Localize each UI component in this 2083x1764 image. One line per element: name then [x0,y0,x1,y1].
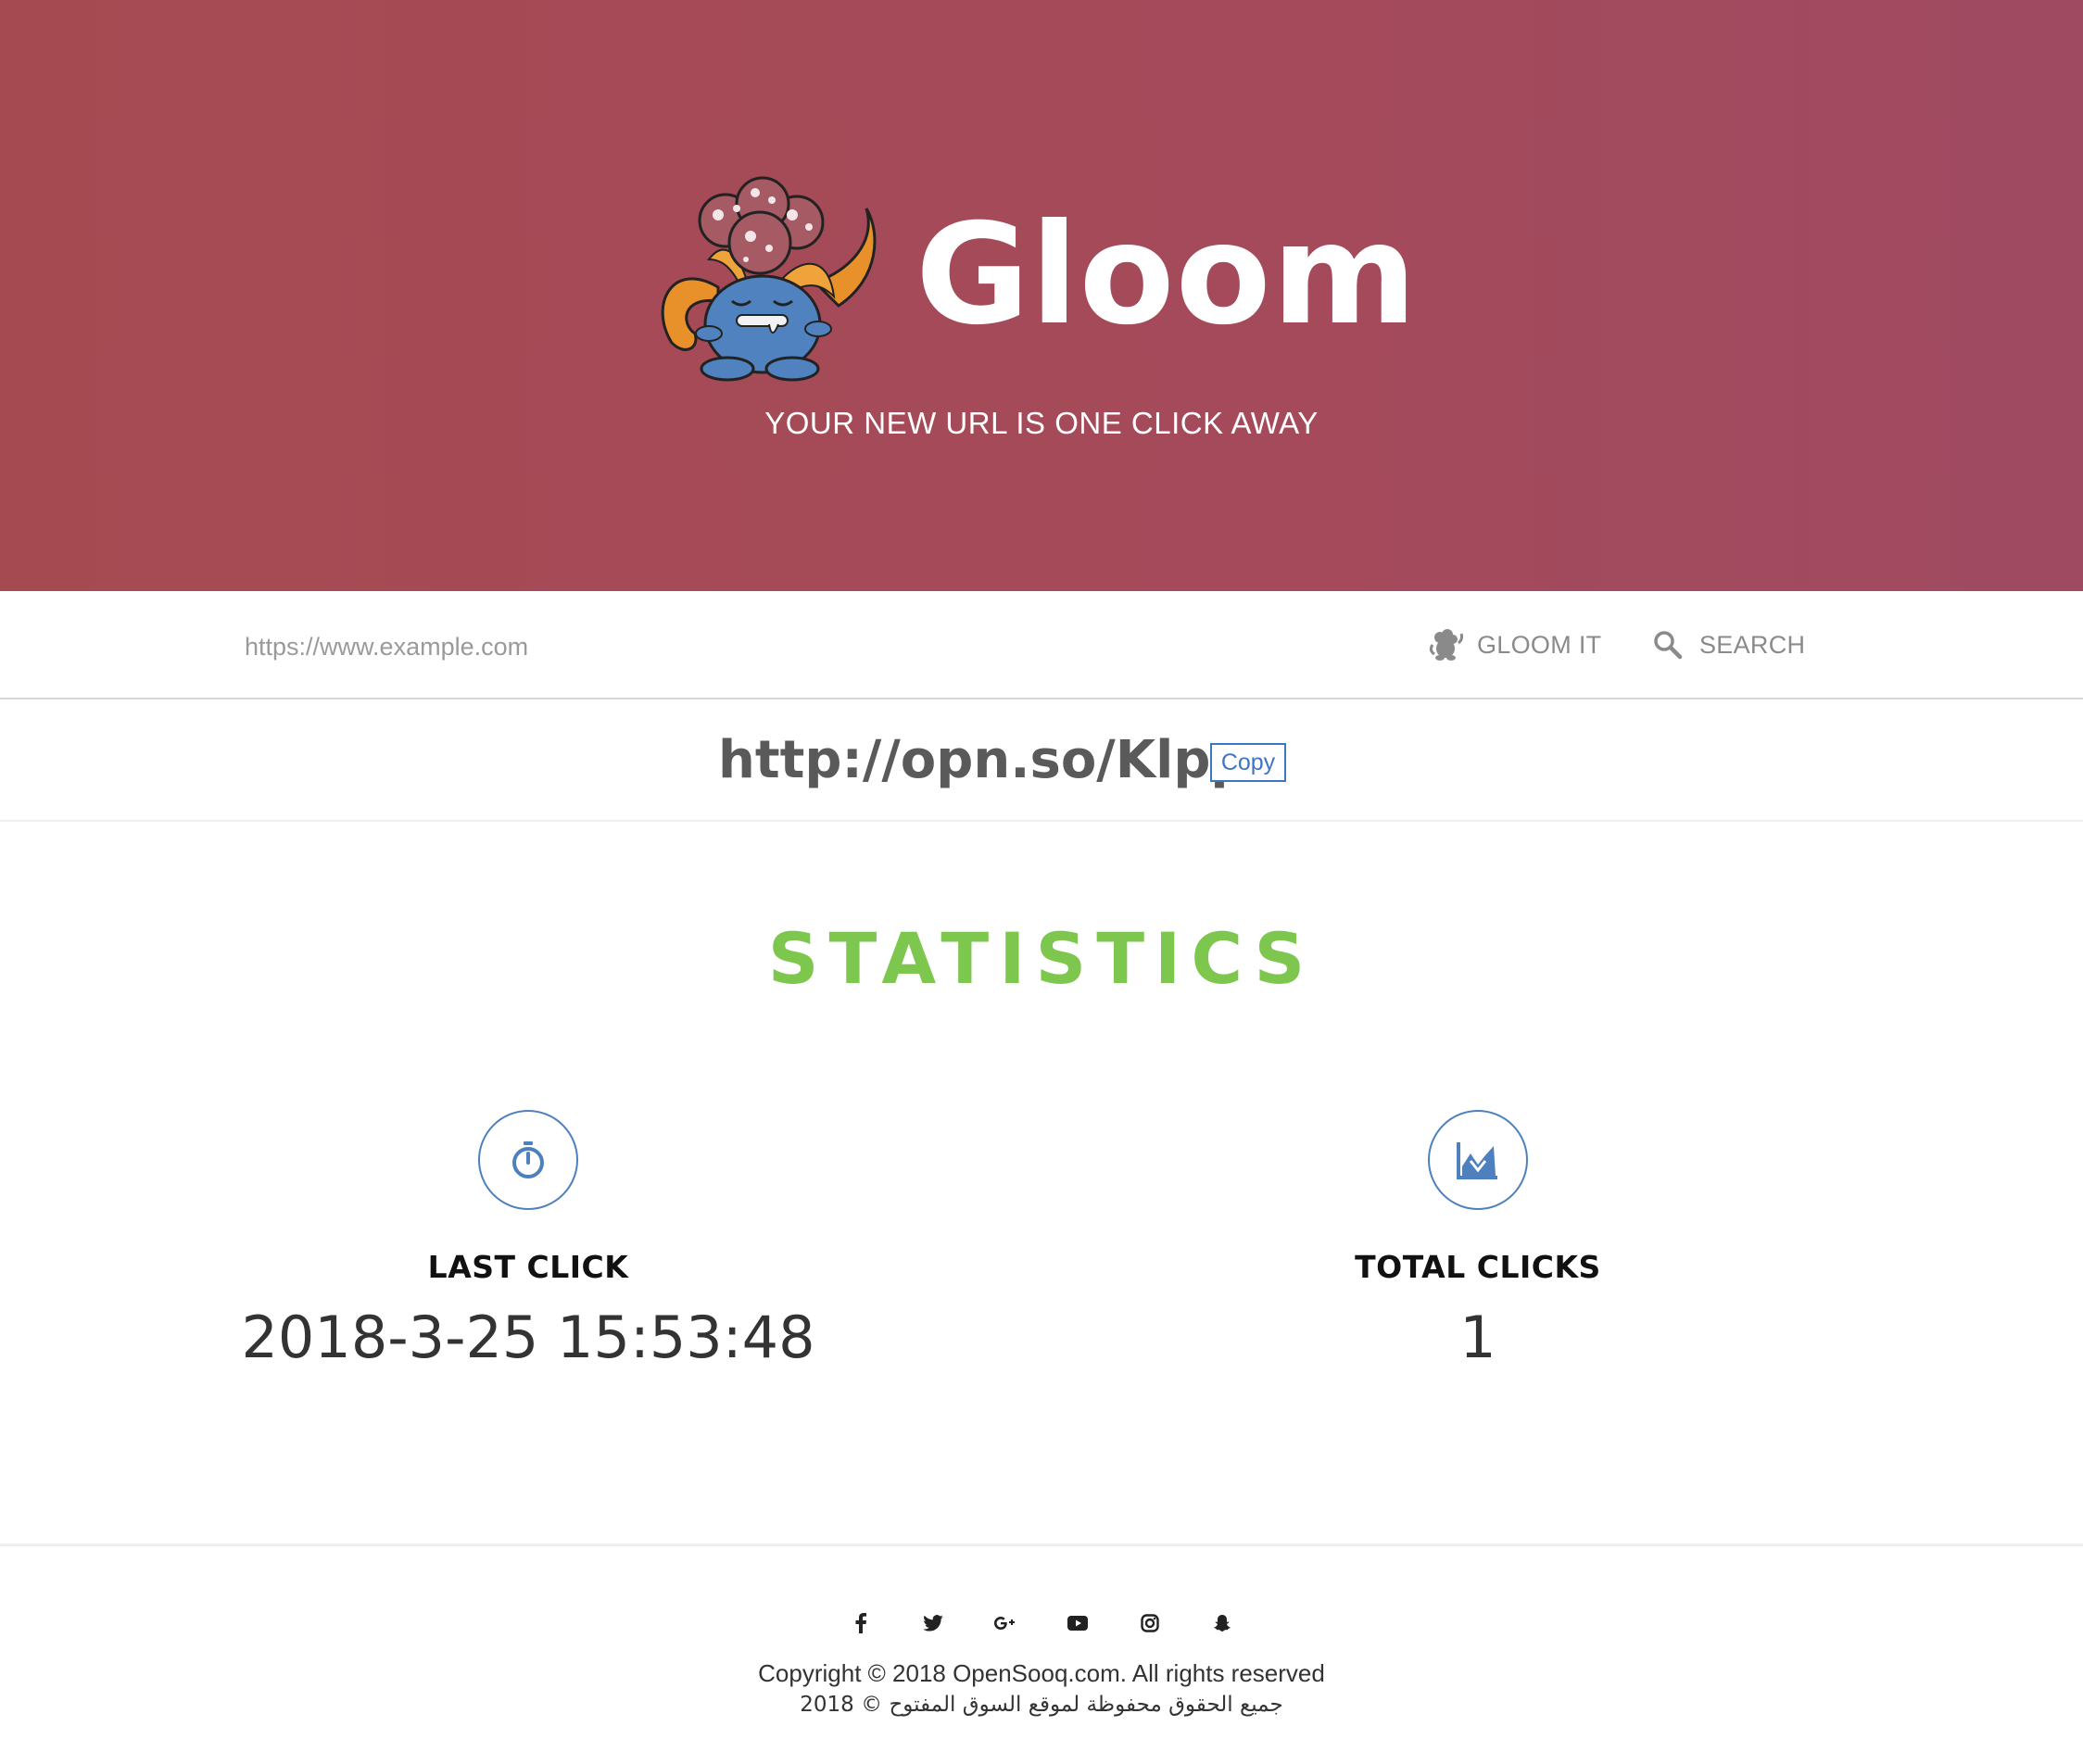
youtube-icon[interactable] [1066,1611,1090,1635]
gloom-mascot-icon [1429,629,1464,661]
copyright-text: Copyright © 2018 OpenSooq.com. All right… [758,1659,1325,1687]
search-label: SEARCH [1699,630,1806,659]
last-click-stat: LAST CLICK 2018-3-25 15:53:48 [204,1110,852,1371]
last-click-value: 2018-3-25 15:53:48 [241,1304,815,1371]
stopwatch-icon [478,1110,578,1210]
url-input[interactable] [232,624,1344,669]
search-icon [1654,631,1683,660]
short-url-result: http://opn.so/Klpp Copy [0,701,2083,822]
total-clicks-value: 1 [1459,1304,1496,1371]
search-button[interactable]: SEARCH [1649,621,1805,669]
instagram-icon[interactable] [1138,1611,1162,1635]
last-click-label: LAST CLICK [427,1249,629,1285]
twitter-icon[interactable] [921,1611,945,1635]
hero-banner: Gloom YOUR NEW URL IS ONE CLICK AWAY [0,0,2083,591]
footer: Copyright © 2018 OpenSooq.com. All right… [0,1544,2083,1764]
brand-logo[interactable]: Gloom [653,176,1417,389]
tagline: YOUR NEW URL IS ONE CLICK AWAY [764,406,1319,440]
brand-name: Gloom [915,195,1418,356]
line-chart-icon [1428,1110,1528,1210]
statistics-title: STATISTICS [767,917,1316,1000]
total-clicks-stat: TOTAL CLICKS 1 [1154,1110,1802,1371]
facebook-icon[interactable] [849,1611,873,1635]
copy-button[interactable]: Copy [1210,743,1286,782]
total-clicks-label: TOTAL CLICKS [1355,1249,1601,1285]
snapchat-icon[interactable] [1210,1611,1234,1635]
google-plus-icon[interactable] [993,1611,1017,1635]
gloom-mascot-icon [661,176,877,382]
social-links [0,1611,2083,1635]
copyright-text-arabic: جميع الحقوق محفوظة لموقع السوق المفتوح ©… [800,1693,1283,1717]
gloom-it-label: GLOOM IT [1477,630,1602,659]
short-url[interactable]: http://opn.so/Klpp [718,729,1248,791]
url-toolbar: GLOOM IT SEARCH [0,591,2083,699]
gloom-it-button[interactable]: GLOOM IT [1427,621,1601,669]
